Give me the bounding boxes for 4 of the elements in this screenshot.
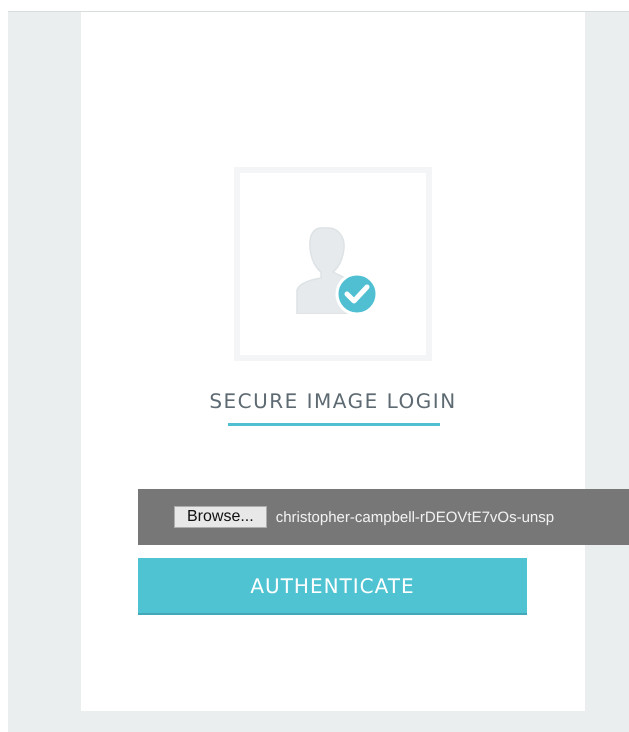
file-input[interactable]: Browse... christopher-campbell-rDEOVtE7vOs-unsp — [138, 489, 629, 545]
file-name: christopher-campbell-rDEOVtE7vOs-unsp — [276, 508, 554, 526]
browse-button[interactable]: Browse... — [174, 506, 267, 528]
login-title: SECURE IMAGE LOGIN — [208, 389, 458, 413]
